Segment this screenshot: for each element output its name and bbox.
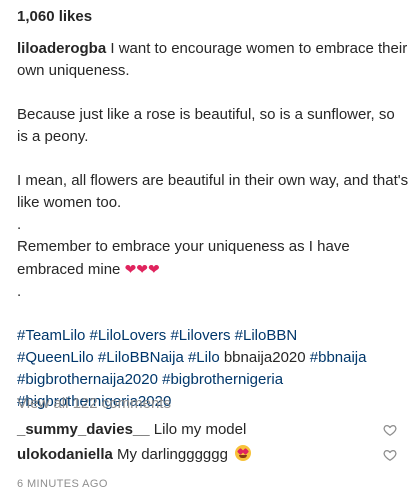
hashtag-link[interactable]: #Lilo (188, 349, 220, 366)
comment-row: ulokodaniella My darlingggggg (17, 443, 397, 467)
comment-username[interactable]: _summy_davies__ (17, 421, 150, 438)
hashtag-link[interactable]: #bbnaija (310, 349, 367, 366)
caption-text-4: Remember to embrace your uniqueness as I… (17, 238, 350, 278)
post-timestamp: 6 MINUTES AGO (17, 478, 108, 490)
hashtag-link[interactable]: #TeamLilo (17, 327, 85, 344)
hashtag-link[interactable]: #QueenLilo (17, 349, 94, 366)
post-details: 1,060 likes liloaderogba I want to encou… (0, 0, 415, 500)
hashtag-link[interactable]: #LiloBBN (235, 327, 298, 344)
caption-text-3: I mean, all flowers are beautiful in the… (17, 172, 409, 211)
hashtag-link[interactable]: #bigbrothernigeria (162, 371, 283, 388)
caption-paragraph-4: Remember to embrace your uniqueness as I… (17, 236, 409, 281)
heart-outline-icon[interactable] (383, 423, 397, 437)
comment-text: Lilo my model (153, 421, 247, 438)
view-all-comments-link[interactable]: View all 122 comments (17, 395, 171, 412)
caption-username[interactable]: liloaderogba (17, 40, 106, 57)
heart-outline-icon[interactable] (383, 448, 397, 462)
hashtag-link[interactable]: #Lilovers (170, 327, 230, 344)
caption-dot-1: . (17, 216, 22, 233)
caption-dot-2: . (17, 283, 22, 300)
red-hearts-emoji: ❤❤❤ (124, 261, 160, 277)
caption-paragraph-1: liloaderogba I want to encourage women t… (17, 38, 409, 82)
hashtag-link[interactable]: #bigbrothernaija2020 (17, 371, 158, 388)
likes-count[interactable]: 1,060 likes (17, 8, 92, 25)
post-caption: liloaderogba I want to encourage women t… (17, 38, 409, 413)
caption-text-2: Because just like a rose is beautiful, s… (17, 106, 395, 145)
comment-row: _summy_davies__ Lilo my model (17, 418, 397, 442)
heart-eyes-emoji-icon (235, 445, 252, 461)
hashtag-link[interactable]: #LiloLovers (90, 327, 167, 344)
comment-username[interactable]: ulokodaniella (17, 446, 113, 463)
comment-text: My darlingggggg (117, 446, 228, 463)
hashtag-link[interactable]: #LiloBBNaija (98, 349, 184, 366)
caption-word: bbnaija2020 (223, 349, 306, 366)
